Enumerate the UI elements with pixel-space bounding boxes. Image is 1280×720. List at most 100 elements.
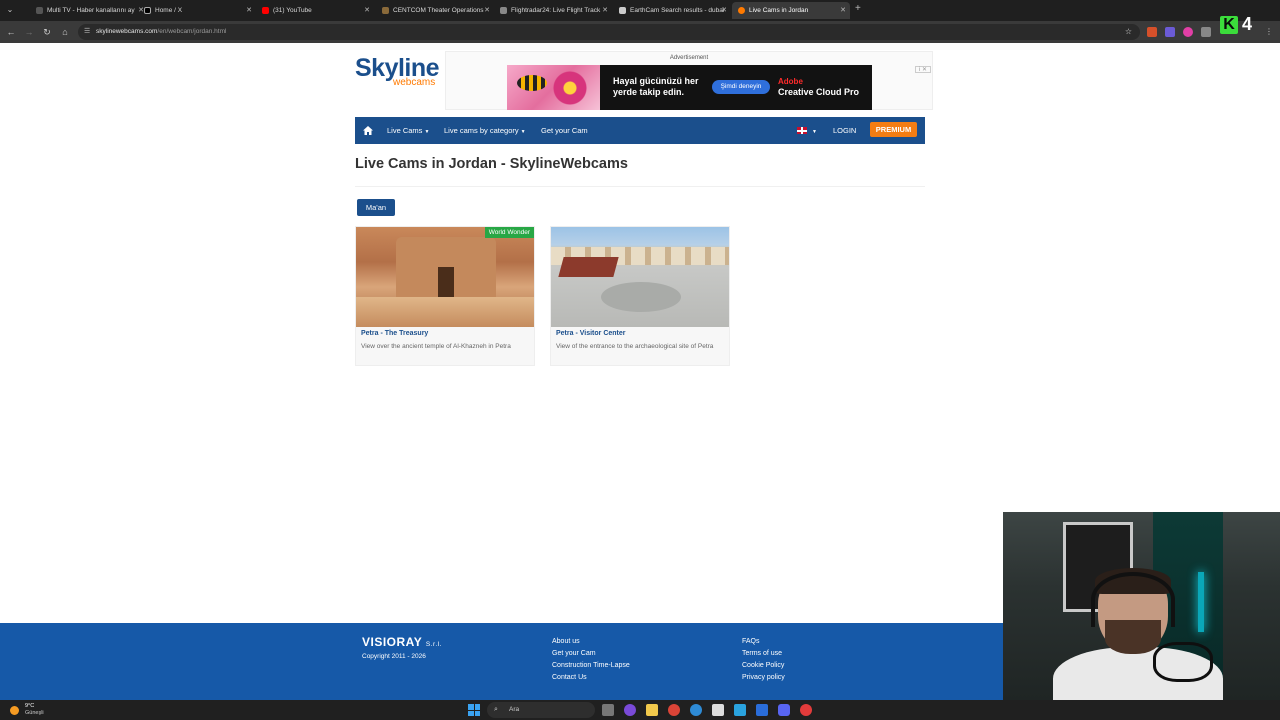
task-view-icon[interactable] bbox=[602, 704, 614, 716]
page-title: Live Cams in Jordan - SkylineWebcams bbox=[355, 156, 628, 172]
weather-temperature: 9°C bbox=[25, 703, 35, 709]
os-taskbar: 9°C Güneşli ⌕ Ara bbox=[0, 700, 1280, 720]
footer-link-privacy-policy[interactable]: Privacy policy bbox=[742, 672, 785, 684]
reload-icon[interactable]: ↻ bbox=[41, 26, 53, 38]
centcom-favicon-icon bbox=[382, 7, 389, 14]
channel-logo-overlay: K 4 bbox=[1220, 14, 1258, 36]
close-tab-icon[interactable]: ✕ bbox=[602, 6, 608, 14]
skyline-logo[interactable]: Skyline webcams bbox=[355, 55, 440, 88]
home-icon[interactable] bbox=[363, 126, 373, 135]
file-explorer-icon[interactable] bbox=[646, 704, 658, 716]
visioray-logo[interactable]: VISIORAY S.r.l. bbox=[362, 635, 442, 649]
close-tab-icon[interactable]: ✕ bbox=[484, 6, 490, 14]
footer-link-faqs[interactable]: FAQs bbox=[742, 636, 785, 648]
edge-icon[interactable] bbox=[690, 704, 702, 716]
nav-live-cams[interactable]: Live Cams ▼ bbox=[387, 117, 429, 144]
cam-card[interactable]: Petra - Visitor Center View of the entra… bbox=[550, 226, 730, 366]
cam-card[interactable]: World Wonder Petra - The Treasury View o… bbox=[355, 226, 535, 366]
ad-brand-line2: Creative Cloud Pro bbox=[778, 87, 860, 97]
tab-search-chevron-icon[interactable]: ⌄ bbox=[4, 4, 16, 16]
close-tab-icon[interactable]: ✕ bbox=[364, 6, 370, 14]
address-bar-input[interactable]: ☰ skylinewebcams.com/en/webcam/jordan.ht… bbox=[78, 24, 1140, 40]
ad-headline: Hayal gücünüzü her yerde takip edin. bbox=[613, 76, 699, 97]
cam-title[interactable]: Petra - Visitor Center bbox=[556, 330, 626, 337]
ad-banner[interactable]: Hayal gücünüzü her yerde takip edin. Şim… bbox=[507, 65, 931, 110]
app-icon[interactable] bbox=[800, 704, 812, 716]
microphone-arm-graphic bbox=[1153, 642, 1213, 682]
language-caret-icon[interactable]: ▼ bbox=[810, 117, 817, 144]
extension-icon[interactable] bbox=[1147, 27, 1157, 37]
nav-get-your-cam[interactable]: Get your Cam bbox=[541, 117, 588, 144]
tab-home-x[interactable]: Home / X ✕ bbox=[138, 2, 256, 19]
footer-link-get-your-cam[interactable]: Get your Cam bbox=[552, 648, 630, 660]
close-tab-icon[interactable]: ✕ bbox=[721, 6, 727, 14]
footer-link-time-lapse[interactable]: Construction Time-Lapse bbox=[552, 660, 630, 672]
footer-link-cookie-policy[interactable]: Cookie Policy bbox=[742, 660, 785, 672]
caret-down-icon: ▼ bbox=[520, 129, 526, 135]
nav-live-cams-label: Live Cams bbox=[387, 126, 423, 135]
close-tab-icon[interactable]: ✕ bbox=[246, 6, 252, 14]
extensions-puzzle-icon[interactable] bbox=[1201, 27, 1211, 37]
close-tab-icon[interactable]: ✕ bbox=[840, 6, 846, 14]
copilot-icon[interactable] bbox=[624, 704, 636, 716]
forward-arrow-icon[interactable]: → bbox=[23, 26, 35, 38]
tab-multi-tv[interactable]: Multi TV - Haber kanallarını ay ✕ bbox=[30, 2, 148, 19]
footer-link-terms[interactable]: Terms of use bbox=[742, 648, 785, 660]
cam-title[interactable]: Petra - The Treasury bbox=[361, 330, 428, 337]
city-filter-button[interactable]: Ma'an bbox=[357, 199, 395, 216]
site-info-icon[interactable]: ☰ bbox=[84, 24, 90, 40]
windows-start-icon[interactable] bbox=[468, 704, 480, 716]
weather-description: Güneşli bbox=[25, 710, 44, 716]
tab-youtube[interactable]: (31) YouTube ✕ bbox=[256, 2, 374, 19]
url-host: skylinewebcams.com bbox=[96, 28, 158, 35]
search-placeholder: Ara bbox=[509, 706, 520, 713]
weather-widget[interactable]: 9°C Güneşli bbox=[10, 703, 60, 717]
earthcam-favicon-icon bbox=[619, 7, 626, 14]
tab-live-cams-jordan[interactable]: Live Cams in Jordan ✕ bbox=[732, 2, 850, 19]
footer-link-about-us[interactable]: About us bbox=[552, 636, 630, 648]
cam-thumbnail[interactable]: World Wonder bbox=[356, 227, 534, 327]
taskbar-search-input[interactable]: ⌕ Ara bbox=[487, 702, 595, 718]
browser-menu-icon[interactable]: ⋮ bbox=[1265, 27, 1275, 37]
url-path: /en/webcam/jordan.html bbox=[157, 28, 227, 35]
cam-description: View over the ancient temple of Al-Khazn… bbox=[361, 343, 511, 350]
app-icon[interactable] bbox=[756, 704, 768, 716]
main-navbar: Live Cams ▼ Live cams by category ▼ Get yo… bbox=[355, 117, 925, 144]
bookmark-star-icon[interactable]: ☆ bbox=[1125, 24, 1132, 40]
uk-flag-icon[interactable] bbox=[797, 127, 807, 134]
plaza-graphic bbox=[601, 282, 681, 312]
cam-thumbnail[interactable] bbox=[551, 227, 729, 327]
telegram-icon[interactable] bbox=[734, 704, 746, 716]
extension-icon[interactable] bbox=[1183, 27, 1193, 37]
tab-label: EarthCam Search results - dubai bbox=[630, 7, 725, 14]
premium-button[interactable]: PREMIUM bbox=[870, 122, 917, 137]
youtube-favicon-icon bbox=[262, 7, 269, 14]
nav-live-cams-by-category[interactable]: Live cams by category ▼ bbox=[444, 117, 526, 144]
tab-earthcam[interactable]: EarthCam Search results - dubai ✕ bbox=[613, 2, 731, 19]
skyline-favicon-icon bbox=[738, 7, 745, 14]
back-arrow-icon[interactable]: ← bbox=[5, 26, 17, 38]
advertisement-label: Advertisement bbox=[669, 55, 709, 61]
chrome-icon[interactable] bbox=[668, 704, 680, 716]
login-button[interactable]: LOGIN bbox=[833, 117, 856, 144]
tab-centcom[interactable]: CENTCOM Theater Operations ✕ bbox=[376, 2, 494, 19]
discord-icon[interactable] bbox=[778, 704, 790, 716]
canopy-graphic bbox=[558, 257, 619, 277]
footer-link-contact-us[interactable]: Contact Us bbox=[552, 672, 630, 684]
ad-cta-button[interactable]: Şimdi deneyin bbox=[712, 80, 770, 94]
browser-toolbar: ← → ↻ ⌂ ☰ skylinewebcams.com/en/webcam/j… bbox=[0, 21, 1280, 43]
tab-label: CENTCOM Theater Operations bbox=[393, 7, 484, 14]
x-favicon-icon bbox=[144, 7, 151, 14]
extension-icon[interactable] bbox=[1165, 27, 1175, 37]
ad-bee-flower-image bbox=[507, 65, 600, 110]
webcam-overlay bbox=[1003, 512, 1280, 700]
flightradar-favicon-icon bbox=[500, 7, 507, 14]
ad-close-icon[interactable]: i ✕ bbox=[915, 66, 931, 73]
store-icon[interactable] bbox=[712, 704, 724, 716]
advertisement-box: Advertisement Hayal gücünüzü her yerde t… bbox=[445, 51, 933, 110]
tab-label: Flightradar24: Live Flight Track bbox=[511, 7, 601, 14]
new-tab-plus-icon[interactable]: + bbox=[855, 3, 861, 14]
home-icon[interactable]: ⌂ bbox=[59, 26, 71, 38]
search-icon: ⌕ bbox=[494, 706, 498, 713]
tab-flightradar[interactable]: Flightradar24: Live Flight Track ✕ bbox=[494, 2, 612, 19]
